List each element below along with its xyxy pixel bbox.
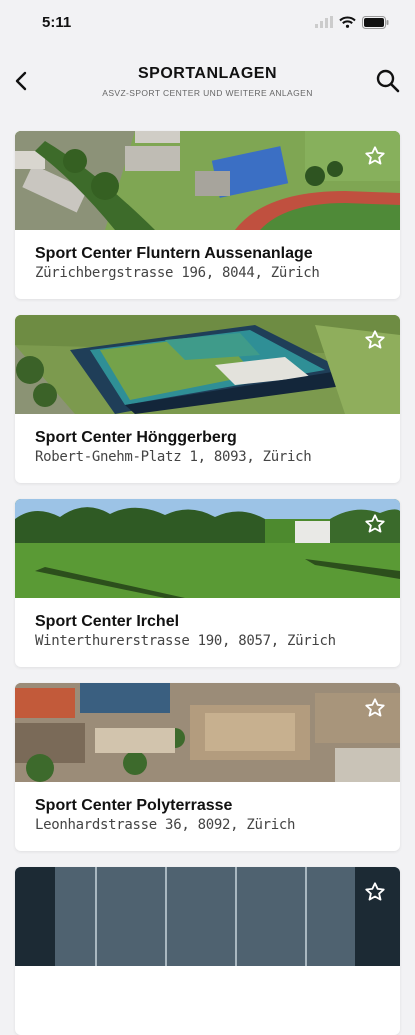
back-button[interactable]: [10, 68, 34, 94]
facility-photo: [15, 683, 400, 782]
facility-photo: [15, 131, 400, 230]
facility-name: Sport Center Polyterrasse: [35, 797, 233, 814]
facility-address: Winterthurerstrasse 190, 8057, Zürich: [35, 633, 336, 649]
star-outline-icon: [365, 330, 385, 349]
battery-icon: [362, 15, 389, 29]
facility-card[interactable]: Sport Center Irchel Winterthurerstrasse …: [15, 499, 400, 667]
facility-photo: [15, 499, 400, 598]
wifi-icon: [339, 16, 356, 28]
facility-info: Sport Center Polyterrasse Leonhardstrass…: [15, 782, 400, 833]
facility-card[interactable]: Sport Center Fluntern Aussenanlage Züric…: [15, 131, 400, 299]
facility-list: Sport Center Fluntern Aussenanlage Züric…: [0, 118, 415, 1035]
search-button[interactable]: [375, 68, 401, 94]
chevron-left-icon: [15, 71, 27, 91]
facility-card[interactable]: Sport Center Hönggerberg Robert-Gnehm-Pl…: [15, 315, 400, 483]
favorite-button[interactable]: [364, 145, 386, 167]
star-outline-icon: [365, 146, 385, 165]
facility-info: Sport Center Fluntern Aussenanlage Züric…: [15, 230, 400, 281]
facility-info: Sport Center Hönggerberg Robert-Gnehm-Pl…: [15, 414, 400, 465]
page-subtitle: ASVZ-SPORT CENTER UND WEITERE ANLAGEN: [102, 87, 313, 98]
facility-address: Robert-Gnehm-Platz 1, 8093, Zürich: [35, 449, 312, 465]
search-icon: [376, 69, 400, 93]
facility-photo: [15, 315, 400, 414]
star-outline-icon: [365, 882, 385, 901]
facility-info: Sport Center Irchel Winterthurerstrasse …: [15, 598, 400, 649]
facility-address: Zürichbergstrasse 196, 8044, Zürich: [35, 265, 320, 281]
status-time: 5:11: [42, 13, 72, 31]
star-outline-icon: [365, 514, 385, 533]
status-icons: [315, 15, 389, 29]
facility-photo: [15, 867, 400, 966]
facility-name: Sport Center Hönggerberg: [35, 429, 237, 446]
facility-card[interactable]: [15, 867, 400, 1035]
favorite-button[interactable]: [364, 697, 386, 719]
favorite-button[interactable]: [364, 329, 386, 351]
star-outline-icon: [365, 698, 385, 717]
favorite-button[interactable]: [364, 513, 386, 535]
facility-name: Sport Center Fluntern Aussenanlage: [35, 245, 313, 262]
facility-name: Sport Center Irchel: [35, 613, 180, 630]
cellular-signal-icon: [315, 16, 333, 28]
page-title: SPORTANLAGEN: [137, 64, 278, 82]
facility-card[interactable]: Sport Center Polyterrasse Leonhardstrass…: [15, 683, 400, 851]
facility-address: Leonhardstrasse 36, 8092, Zürich: [35, 817, 296, 833]
status-bar: 5:11: [0, 0, 415, 44]
page-header: SPORTANLAGEN ASVZ-SPORT CENTER UND WEITE…: [0, 44, 415, 118]
